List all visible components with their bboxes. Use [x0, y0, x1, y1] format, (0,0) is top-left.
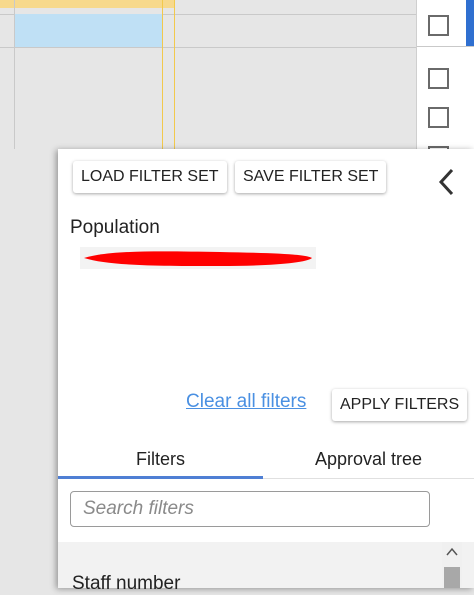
- active-tab-indicator: [58, 476, 263, 479]
- apply-filters-button[interactable]: APPLY FILTERS: [332, 389, 468, 421]
- population-label: Population: [70, 217, 160, 238]
- header-highlight: [0, 0, 175, 8]
- column-edge-highlight: [466, 0, 474, 46]
- filter-panel: LOAD FILTER SET SAVE FILTER SET Populati…: [58, 149, 474, 594]
- load-filter-set-button[interactable]: LOAD FILTER SET: [73, 161, 227, 193]
- grid-line: [14, 0, 15, 149]
- filter-item-staff-number[interactable]: Staff number: [72, 573, 180, 595]
- tab-approval-tree[interactable]: Approval tree: [263, 441, 474, 477]
- row-checkbox[interactable]: [428, 15, 449, 36]
- selected-cell[interactable]: [14, 14, 162, 47]
- row-checkbox[interactable]: [428, 107, 449, 128]
- chevron-left-icon[interactable]: [436, 165, 458, 199]
- redacted-population-value: [80, 247, 316, 269]
- chevron-up-icon[interactable]: [442, 542, 462, 562]
- search-filters-input[interactable]: [70, 491, 430, 527]
- scrollbar-thumb[interactable]: [444, 567, 460, 588]
- tab-filters[interactable]: Filters: [58, 441, 263, 477]
- save-filter-set-button[interactable]: SAVE FILTER SET: [235, 161, 387, 193]
- row-checkbox[interactable]: [428, 68, 449, 89]
- clear-all-filters-link[interactable]: Clear all filters: [186, 391, 306, 413]
- grid-line: [417, 46, 474, 47]
- panel-tabs: Filters Approval tree: [58, 441, 474, 479]
- grid-line: [0, 47, 416, 48]
